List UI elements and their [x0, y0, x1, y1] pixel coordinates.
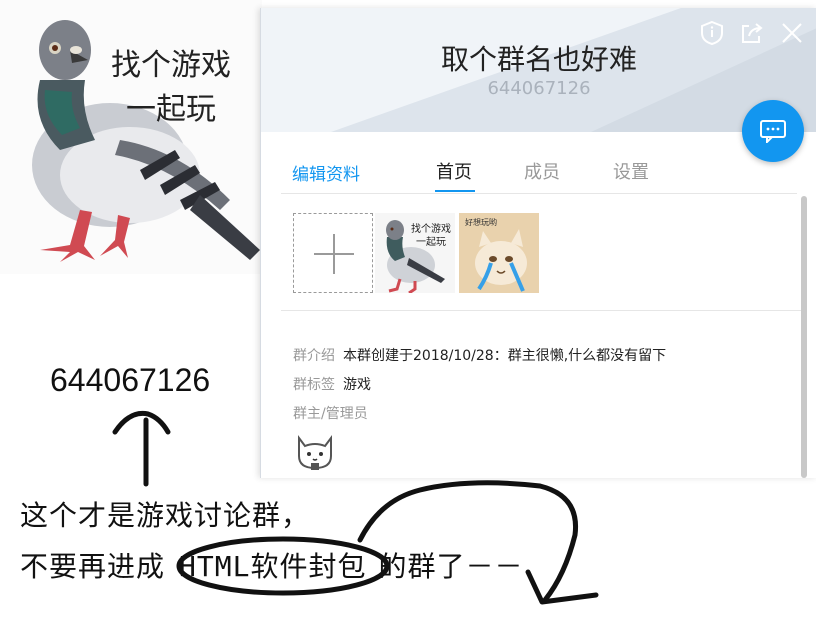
active-tab-indicator [435, 190, 475, 192]
header-actions [699, 20, 805, 46]
panel-tabs: 编辑资料 首页 成员 设置 [261, 152, 816, 192]
group-profile-panel: 取个群名也好难 644067126 编辑资料 首页 成员 设置 找个游戏 一起玩… [260, 8, 816, 478]
album-thumb-cat[interactable]: 好想玩哟 [459, 213, 539, 293]
annotation-circled-text: HTML软件封包 [179, 550, 367, 583]
thumb1-caption: 找个游戏 一起玩 [407, 223, 455, 249]
annotation-line2: 不要再进成 HTML软件封包 的群了－－ [20, 545, 523, 585]
group-tag-row: 群标签 游戏 [293, 374, 371, 394]
annotation-line2-after: 的群了－－ [378, 550, 524, 583]
panel-scrollbar[interactable] [801, 196, 807, 478]
shield-icon[interactable] [699, 20, 725, 46]
group-intro-label: 群介绍 [293, 348, 335, 364]
close-icon[interactable] [779, 20, 805, 46]
edit-profile-link[interactable]: 编辑资料 [292, 160, 360, 185]
curved-arrow-head [525, 569, 599, 605]
group-admin-row: 群主/管理员 [293, 403, 368, 423]
share-icon[interactable] [739, 20, 765, 46]
album-thumb-pigeon[interactable]: 找个游戏 一起玩 [375, 213, 455, 293]
tab-home[interactable]: 首页 [436, 158, 472, 184]
chat-bubble-icon [760, 120, 786, 143]
group-tag-value: 游戏 [343, 377, 371, 393]
thumb1-caption-line2: 一起玩 [416, 237, 446, 248]
meme-caption-line1: 找个游戏 [111, 48, 231, 83]
annotation-group-number: 644067126 [50, 362, 211, 398]
annotation-line2-before: 不要再进成 [20, 550, 166, 583]
panel-header: 取个群名也好难 644067126 [261, 8, 816, 132]
tab-members[interactable]: 成员 [524, 158, 560, 184]
thumb2-caption: 好想玩哟 [465, 218, 497, 227]
group-intro-value: 本群创建于2018/10/28：群主很懒,什么都没有留下 [343, 348, 667, 364]
pigeon-illustration [32, 20, 260, 262]
tab-settings[interactable]: 设置 [613, 158, 649, 184]
group-intro-row: 群介绍 本群创建于2018/10/28：群主很懒,什么都没有留下 [293, 345, 666, 365]
up-arrow-head [112, 410, 171, 435]
pigeon-meme-image: 找个游戏 一起玩 [0, 0, 262, 274]
group-admin-label: 群主/管理员 [293, 406, 368, 422]
info-divider [281, 310, 801, 311]
meme-caption-line2: 一起玩 [126, 92, 216, 127]
group-tag-label: 群标签 [293, 377, 335, 393]
tabs-divider [281, 193, 797, 194]
group-id: 644067126 [487, 78, 591, 99]
cat-avatar-icon[interactable] [293, 430, 337, 474]
annotation-line1: 这个才是游戏讨论群， [20, 499, 311, 532]
thumb1-caption-line1: 找个游戏 [411, 224, 451, 235]
add-photo-button[interactable] [293, 213, 373, 293]
meme-caption: 找个游戏 一起玩 [96, 44, 246, 132]
